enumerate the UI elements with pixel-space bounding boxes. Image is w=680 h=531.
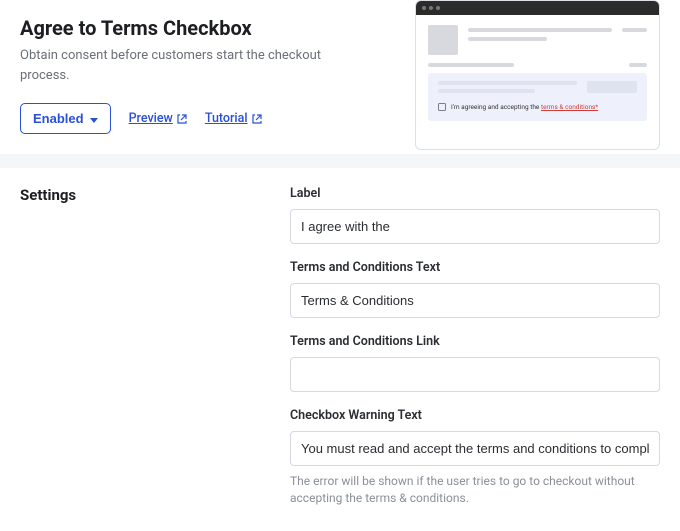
external-link-icon	[252, 114, 262, 124]
window-dot-icon	[436, 6, 440, 10]
field-label: Label	[290, 186, 660, 244]
page-title: Agree to Terms Checkbox	[20, 16, 350, 40]
terms-link-label: Terms and Conditions Link	[290, 334, 660, 349]
checkbox-icon	[438, 103, 446, 111]
skeleton-price	[622, 28, 647, 32]
consent-link-text: terms & conditions*	[541, 103, 598, 111]
action-row: Enabled Preview Tutorial	[20, 103, 350, 134]
skeleton-line	[428, 63, 514, 67]
warning-text-help: The error will be shown if the user trie…	[290, 473, 660, 507]
warning-text-input[interactable]	[290, 431, 660, 466]
header-card: Agree to Terms Checkbox Obtain consent b…	[0, 0, 680, 154]
header-left: Agree to Terms Checkbox Obtain consent b…	[20, 16, 350, 134]
page-description: Obtain consent before customers start th…	[20, 46, 350, 85]
tutorial-link-label: Tutorial	[205, 111, 248, 126]
skeleton-line	[438, 89, 535, 93]
preview-consent-box: I'm agreeing and accepting the terms & c…	[428, 73, 647, 121]
skeleton-button	[587, 81, 637, 93]
tutorial-link[interactable]: Tutorial	[205, 111, 262, 126]
skeleton-line	[629, 63, 647, 67]
skeleton-line	[468, 37, 547, 41]
preview-thumbnail: I'm agreeing and accepting the terms & c…	[415, 0, 660, 150]
terms-link-input[interactable]	[290, 357, 660, 392]
consent-preview-text: I'm agreeing and accepting the terms & c…	[451, 103, 598, 111]
preview-link-label: Preview	[129, 111, 173, 126]
preview-body: I'm agreeing and accepting the terms & c…	[416, 15, 659, 121]
terms-text-label: Terms and Conditions Text	[290, 260, 660, 275]
skeleton-thumb	[428, 25, 458, 55]
settings-section: Settings Label Terms and Conditions Text…	[0, 168, 680, 531]
settings-sidebar: Settings	[20, 186, 290, 507]
label-input[interactable]	[290, 209, 660, 244]
settings-heading: Settings	[20, 186, 290, 204]
preview-link[interactable]: Preview	[129, 111, 187, 126]
caret-down-icon	[90, 111, 98, 126]
warning-text-label: Checkbox Warning Text	[290, 408, 660, 423]
skeleton-line	[468, 28, 612, 32]
settings-form: Label Terms and Conditions Text Terms an…	[290, 186, 660, 507]
label-field-label: Label	[290, 186, 660, 201]
field-terms-link: Terms and Conditions Link	[290, 334, 660, 392]
field-terms-text: Terms and Conditions Text	[290, 260, 660, 318]
consent-prefix: I'm agreeing and accepting the	[451, 103, 541, 111]
terms-text-input[interactable]	[290, 283, 660, 318]
window-dot-icon	[422, 6, 426, 10]
enabled-dropdown-button[interactable]: Enabled	[20, 103, 111, 134]
preview-window-bar	[416, 1, 659, 15]
external-link-icon	[177, 114, 187, 124]
skeleton-line	[438, 81, 577, 85]
window-dot-icon	[429, 6, 433, 10]
field-warning-text: Checkbox Warning Text The error will be …	[290, 408, 660, 507]
enabled-label: Enabled	[33, 111, 84, 126]
